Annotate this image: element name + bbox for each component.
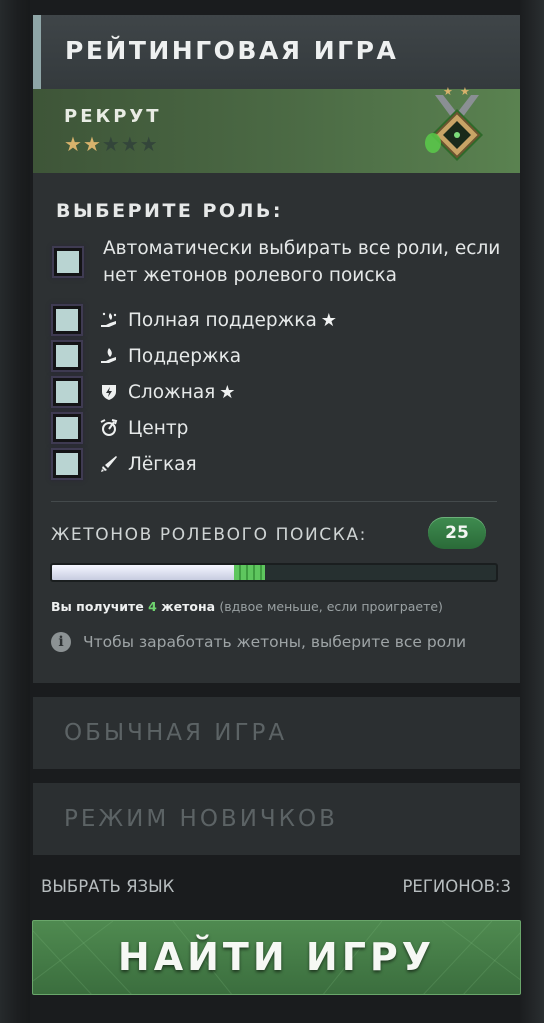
rank-name: РЕКРУТ — [64, 106, 162, 127]
role-checkbox[interactable] — [53, 306, 81, 334]
role-star-icon: ★ — [219, 381, 236, 403]
role-label: Сложная — [128, 381, 216, 403]
role-checkbox[interactable] — [53, 414, 81, 442]
earn-tokens-text: Вы получите 4 жетона (вдвое меньше, если… — [51, 599, 443, 614]
newbie-mode-card[interactable]: РЕЖИМ НОВИЧКОВ — [33, 783, 520, 855]
offlane-icon — [98, 381, 120, 403]
info-icon: i — [51, 632, 71, 652]
find-game-label: НАЙТИ ИГРУ — [117, 935, 436, 979]
role-row-full-support[interactable]: Полная поддержка ★ — [53, 305, 337, 335]
normal-game-label: ОБЫЧНАЯ ИГРА — [64, 720, 288, 746]
full-support-icon — [98, 309, 120, 331]
role-checkbox[interactable] — [53, 342, 81, 370]
role-label: Поддержка — [128, 345, 242, 367]
role-label: Центр — [128, 417, 189, 439]
rank-bar: РЕКРУТ ★ ★ ★ ★ ★ ★ ★ — [33, 85, 520, 173]
midlane-icon — [98, 417, 120, 439]
role-checkbox[interactable] — [53, 378, 81, 406]
earn-suffix: жетона — [161, 599, 216, 614]
rank-star-empty: ★ — [120, 132, 139, 156]
rank-star-filled: ★ — [82, 132, 101, 156]
choose-role-title: ВЫБЕРИТЕ РОЛЬ: — [56, 200, 283, 222]
role-selection-panel: ВЫБЕРИТЕ РОЛЬ: Автоматически выбирать вс… — [33, 173, 520, 683]
newbie-mode-label: РЕЖИМ НОВИЧКОВ — [64, 806, 338, 832]
role-tokens-label: ЖЕТОНОВ РОЛЕВОГО ПОИСКА: — [51, 525, 367, 545]
select-language-link[interactable]: ВЫБРАТЬ ЯЗЫК — [41, 877, 174, 896]
role-checkbox[interactable] — [53, 450, 81, 478]
rank-stars: ★ ★ ★ ★ ★ — [64, 134, 158, 154]
ranked-game-header[interactable]: РЕЙТИНГОВАЯ ИГРА — [33, 15, 520, 89]
background-right — [520, 0, 544, 1023]
role-star-icon: ★ — [320, 309, 337, 331]
role-label: Полная поддержка — [128, 309, 317, 331]
hint-text: Чтобы заработать жетоны, выберите все ро… — [83, 633, 467, 651]
background-left — [0, 0, 30, 1023]
tokens-hint: i Чтобы заработать жетоны, выберите все … — [51, 632, 466, 652]
divider — [51, 501, 497, 502]
role-row-safelane[interactable]: Лёгкая — [53, 449, 197, 479]
rank-star-empty: ★ — [101, 132, 120, 156]
rank-medal-icon: ★ ★ — [425, 85, 483, 161]
support-icon — [98, 345, 120, 367]
find-game-button[interactable]: НАЙТИ ИГРУ — [32, 920, 521, 995]
safelane-icon — [98, 453, 120, 475]
auto-select-label: Автоматически выбирать все роли, если не… — [103, 238, 501, 286]
normal-game-card[interactable]: ОБЫЧНАЯ ИГРА — [33, 697, 520, 769]
rank-star-empty: ★ — [139, 132, 158, 156]
role-row-offlane[interactable]: Сложная ★ — [53, 377, 235, 407]
earn-number: 4 — [148, 599, 157, 614]
role-row-midlane[interactable]: Центр — [53, 413, 188, 443]
role-tokens-count-badge: 25 — [428, 517, 486, 549]
role-row-support[interactable]: Поддержка — [53, 341, 241, 371]
earn-prefix: Вы получите — [51, 599, 144, 614]
role-tokens-progress-bar — [50, 563, 498, 582]
regions-link[interactable]: РЕГИОНОВ:3 — [402, 877, 511, 896]
svg-text:★: ★ — [460, 85, 470, 98]
rank-star-filled: ★ — [64, 132, 82, 156]
progress-current-fill — [52, 565, 235, 580]
progress-gain-fill — [234, 565, 266, 580]
role-label: Лёгкая — [128, 453, 197, 475]
auto-select-checkbox[interactable] — [54, 248, 82, 276]
ranked-game-title: РЕЙТИНГОВАЯ ИГРА — [65, 36, 399, 65]
earn-note: (вдвое меньше, если проиграете) — [219, 599, 443, 614]
svg-text:★: ★ — [443, 85, 453, 98]
